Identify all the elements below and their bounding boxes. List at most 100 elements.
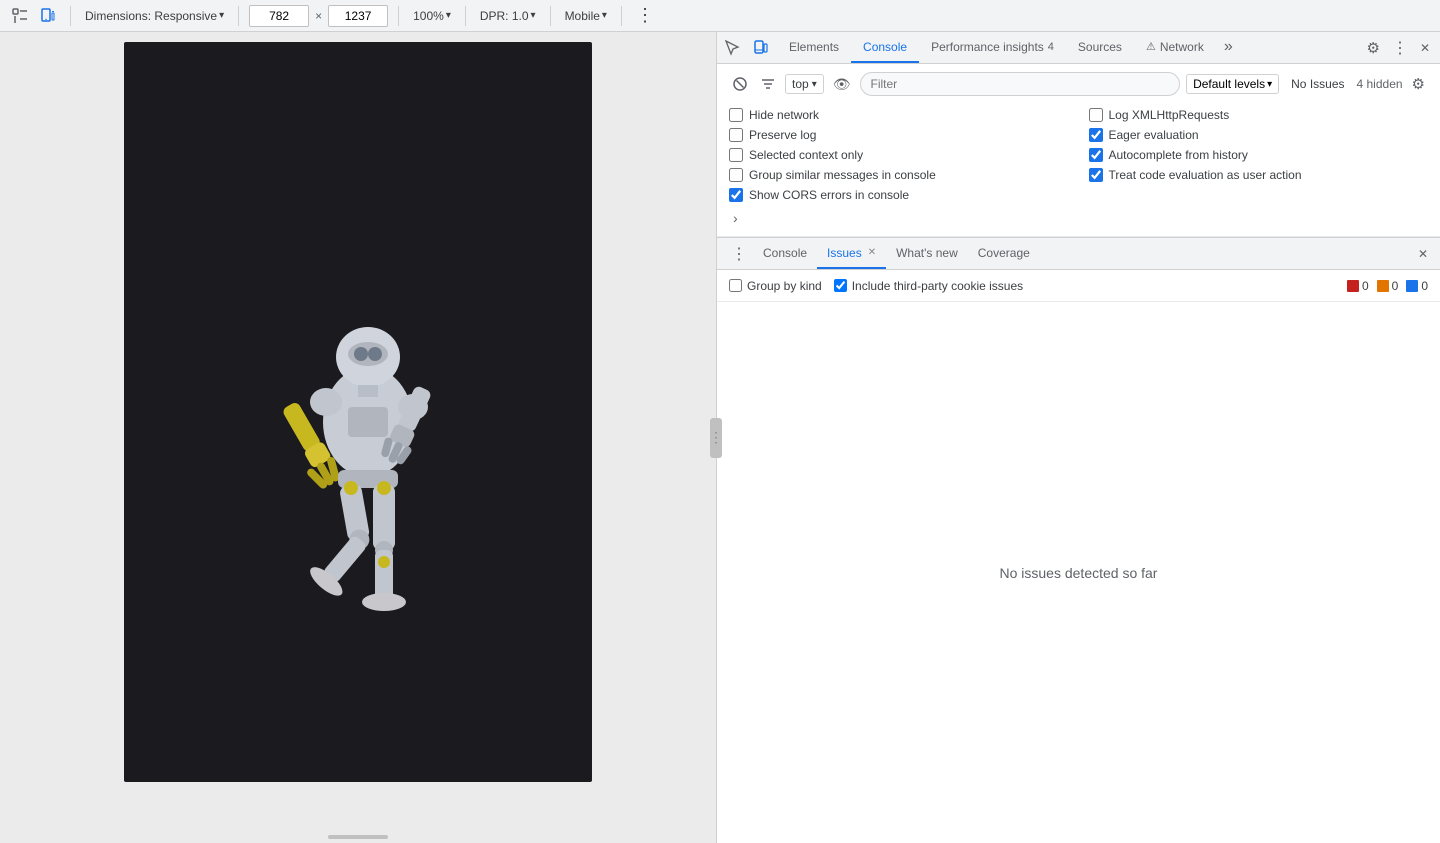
zoom-dropdown-btn[interactable]: 100% ▾ bbox=[409, 7, 455, 25]
bottom-tab-console[interactable]: Console bbox=[753, 238, 817, 269]
filter-icon bbox=[760, 76, 776, 92]
customize-icon: ⋮ bbox=[1392, 38, 1408, 58]
tab-performance-insights[interactable]: Performance insights 4 bbox=[919, 32, 1066, 63]
show-cors-label: Show CORS errors in console bbox=[749, 188, 909, 202]
console-checkboxes: Hide network Preserve log Selected conte… bbox=[729, 104, 1428, 206]
viewport-width-input[interactable] bbox=[249, 5, 309, 27]
context-label: top bbox=[792, 77, 809, 91]
clear-icon bbox=[732, 76, 748, 92]
tab-network-label: Network bbox=[1160, 40, 1204, 54]
dpr-dropdown-btn[interactable]: DPR: 1.0 ▾ bbox=[476, 7, 540, 25]
select-element-btn[interactable] bbox=[8, 6, 32, 26]
issues-toolbar: Group by kind Include third-party cookie… bbox=[717, 270, 1440, 302]
toolbar-separator-1 bbox=[70, 6, 71, 26]
more-arrow-btn[interactable]: › bbox=[729, 208, 1428, 228]
more-options-icon: ⋮ bbox=[636, 5, 654, 26]
toolbar-separator-2 bbox=[238, 6, 239, 26]
blue-count: 0 bbox=[1421, 279, 1428, 293]
third-party-checkbox[interactable] bbox=[834, 279, 847, 292]
customize-btn[interactable]: ⋮ bbox=[1388, 34, 1412, 62]
live-expression-btn[interactable]: 👁 bbox=[830, 73, 854, 96]
bottom-tab-bar: ⋮ Console Issues ✕ What's new Coverage bbox=[717, 238, 1440, 270]
tab-more-icon: » bbox=[1224, 38, 1233, 56]
hide-network-checkbox[interactable] bbox=[729, 108, 743, 122]
context-chevron: ▾ bbox=[812, 79, 817, 90]
selected-context-checkbox[interactable] bbox=[729, 148, 743, 162]
mobile-chevron: ▾ bbox=[602, 10, 607, 21]
show-cors-checkbox[interactable] bbox=[729, 188, 743, 202]
devtools-panel: Elements Console Performance insights 4 … bbox=[716, 32, 1440, 843]
selected-context-label: Selected context only bbox=[749, 148, 863, 162]
device-mode-icon bbox=[753, 40, 769, 56]
select-element-icon bbox=[12, 8, 28, 24]
tab-more[interactable]: » bbox=[1216, 32, 1241, 63]
console-filter-input[interactable] bbox=[860, 72, 1181, 96]
orange-issues-badge: 0 bbox=[1377, 279, 1399, 293]
red-issues-badge: 0 bbox=[1347, 279, 1369, 293]
filter-toggle-btn[interactable] bbox=[757, 73, 779, 95]
device-toggle-btn[interactable] bbox=[36, 6, 60, 26]
levels-select[interactable]: Default levels ▾ bbox=[1186, 74, 1279, 94]
dimensions-chevron: ▾ bbox=[219, 10, 224, 21]
bottom-tab-issues[interactable]: Issues ✕ bbox=[817, 238, 886, 269]
group-similar-row: Group similar messages in console bbox=[729, 168, 1069, 182]
group-by-kind-label: Group by kind bbox=[747, 279, 822, 293]
bottom-more-btn[interactable]: ⋮ bbox=[725, 238, 753, 269]
third-party-label: Include third-party cookie issues bbox=[852, 279, 1023, 293]
close-bottom-panel-btn[interactable]: ✕ bbox=[1414, 243, 1432, 265]
bottom-tab-coverage[interactable]: Coverage bbox=[968, 238, 1040, 269]
show-cors-row: Show CORS errors in console bbox=[729, 188, 1069, 202]
settings-icon: ⚙ bbox=[1366, 39, 1379, 57]
levels-label: Default levels bbox=[1193, 77, 1265, 91]
levels-chevron: ▾ bbox=[1267, 79, 1272, 90]
group-by-kind-row: Group by kind bbox=[729, 279, 822, 293]
checkboxes-right-col: Log XMLHttpRequests Eager evaluation Aut… bbox=[1089, 108, 1429, 202]
autocomplete-checkbox[interactable] bbox=[1089, 148, 1103, 162]
third-party-row: Include third-party cookie issues bbox=[834, 279, 1023, 293]
tab-sources[interactable]: Sources bbox=[1066, 32, 1134, 63]
bottom-tab-whats-new[interactable]: What's new bbox=[886, 238, 968, 269]
console-toolbar: top ▾ 👁 Default levels ▾ No Issues 4 hid… bbox=[729, 72, 1428, 96]
close-issues-tab-btn[interactable]: ✕ bbox=[868, 247, 876, 258]
red-flag-icon bbox=[1347, 280, 1359, 292]
dimensions-label: Dimensions: Responsive bbox=[85, 9, 217, 23]
context-selector[interactable]: top ▾ bbox=[785, 74, 824, 94]
eager-eval-checkbox[interactable] bbox=[1089, 128, 1103, 142]
settings-btn[interactable]: ⚙ bbox=[1362, 35, 1383, 61]
mobile-dropdown-btn[interactable]: Mobile ▾ bbox=[561, 7, 611, 25]
autocomplete-row: Autocomplete from history bbox=[1089, 148, 1429, 162]
mobile-label: Mobile bbox=[565, 9, 600, 23]
dimensions-dropdown-btn[interactable]: Dimensions: Responsive ▾ bbox=[81, 7, 228, 25]
treat-code-checkbox[interactable] bbox=[1089, 168, 1103, 182]
red-count: 0 bbox=[1362, 279, 1369, 293]
close-devtools-btn[interactable]: ✕ bbox=[1416, 37, 1434, 59]
tab-console[interactable]: Console bbox=[851, 32, 919, 63]
no-issues-badge: No Issues bbox=[1285, 75, 1350, 93]
clear-console-btn[interactable] bbox=[729, 73, 751, 95]
tab-elements-label: Elements bbox=[789, 40, 839, 54]
tab-network[interactable]: ⚠ Network bbox=[1134, 32, 1216, 63]
inspect-element-btn[interactable] bbox=[721, 36, 745, 60]
main-area: Elements Console Performance insights 4 … bbox=[0, 32, 1440, 843]
console-settings-icon: ⚙ bbox=[1412, 75, 1425, 93]
group-similar-checkbox[interactable] bbox=[729, 168, 743, 182]
preserve-log-checkbox[interactable] bbox=[729, 128, 743, 142]
log-xml-row: Log XMLHttpRequests bbox=[1089, 108, 1429, 122]
device-toolbar-section bbox=[8, 6, 60, 26]
panel-resize-handle[interactable] bbox=[710, 418, 722, 458]
bottom-more-icon: ⋮ bbox=[731, 244, 747, 264]
scrollbar-bottom bbox=[328, 835, 388, 839]
top-toolbar: Dimensions: Responsive ▾ × 100% ▾ DPR: 1… bbox=[0, 0, 1440, 32]
orange-flag-icon bbox=[1377, 280, 1389, 292]
log-xml-checkbox[interactable] bbox=[1089, 108, 1103, 122]
group-by-kind-checkbox[interactable] bbox=[729, 279, 742, 292]
eager-eval-row: Eager evaluation bbox=[1089, 128, 1429, 142]
console-settings-btn[interactable]: ⚙ bbox=[1409, 72, 1428, 96]
device-mode-btn[interactable] bbox=[749, 36, 773, 60]
viewport-height-input[interactable] bbox=[328, 5, 388, 27]
autocomplete-label: Autocomplete from history bbox=[1109, 148, 1248, 162]
hide-network-label: Hide network bbox=[749, 108, 819, 122]
more-options-btn[interactable]: ⋮ bbox=[632, 3, 658, 28]
tab-elements[interactable]: Elements bbox=[777, 32, 851, 63]
treat-code-row: Treat code evaluation as user action bbox=[1089, 168, 1429, 182]
